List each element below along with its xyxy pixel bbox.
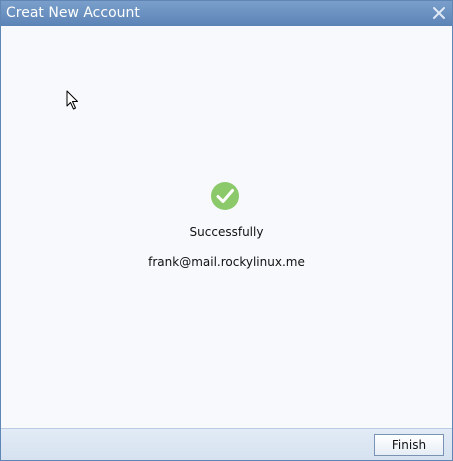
dialog-content: Successfully frank@mail.rockylinux.me [1,26,452,428]
close-icon[interactable] [432,6,446,20]
title-bar[interactable]: Creat New Account [1,1,452,26]
mouse-pointer-icon [66,90,80,110]
account-email: frank@mail.rockylinux.me [148,255,305,269]
finish-button[interactable]: Finish [374,434,444,456]
check-circle-icon [210,181,240,211]
window-title: Creat New Account [6,5,140,21]
create-account-dialog: Creat New Account Successfully frank@mai… [0,0,453,461]
dialog-footer: Finish [1,428,452,460]
success-status-text: Successfully [189,225,264,239]
